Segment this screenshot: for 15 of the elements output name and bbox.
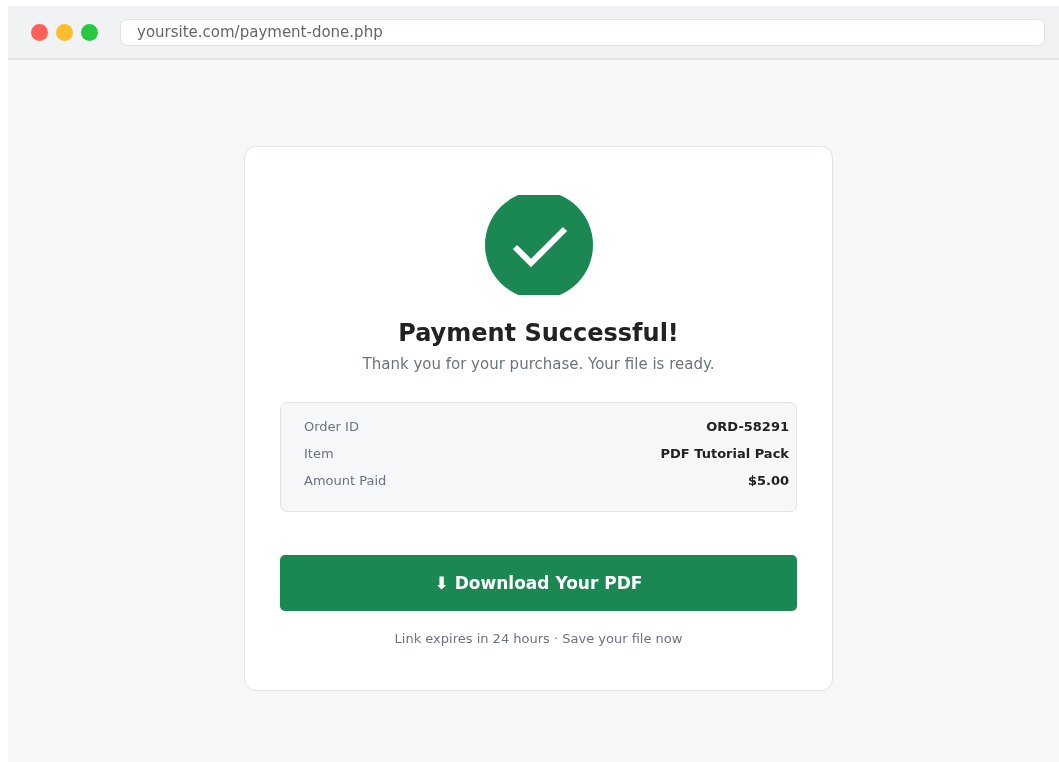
- maximize-window-icon[interactable]: [81, 23, 98, 41]
- close-window-icon[interactable]: [31, 23, 48, 41]
- expiry-note: Link expires in 24 hours · Save your file now: [394, 631, 683, 646]
- download-button[interactable]: ⬇ Download Your PDF: [280, 555, 797, 611]
- detail-label: Order ID: [304, 418, 359, 436]
- minimize-window-icon[interactable]: [56, 23, 73, 41]
- address-bar[interactable]: yoursite.com/payment-done.php: [120, 18, 1045, 46]
- success-title: Payment Successful!: [398, 318, 679, 349]
- detail-label: Item: [304, 445, 334, 463]
- detail-value: $5.00: [747, 472, 789, 490]
- detail-value: ORD-58291: [706, 418, 789, 436]
- detail-value: PDF Tutorial Pack: [660, 445, 789, 463]
- checkmark-icon: [484, 195, 593, 295]
- detail-label: Amount Paid: [304, 472, 387, 490]
- subtitle: Thank you for your purchase. Your file is ready.: [362, 355, 715, 373]
